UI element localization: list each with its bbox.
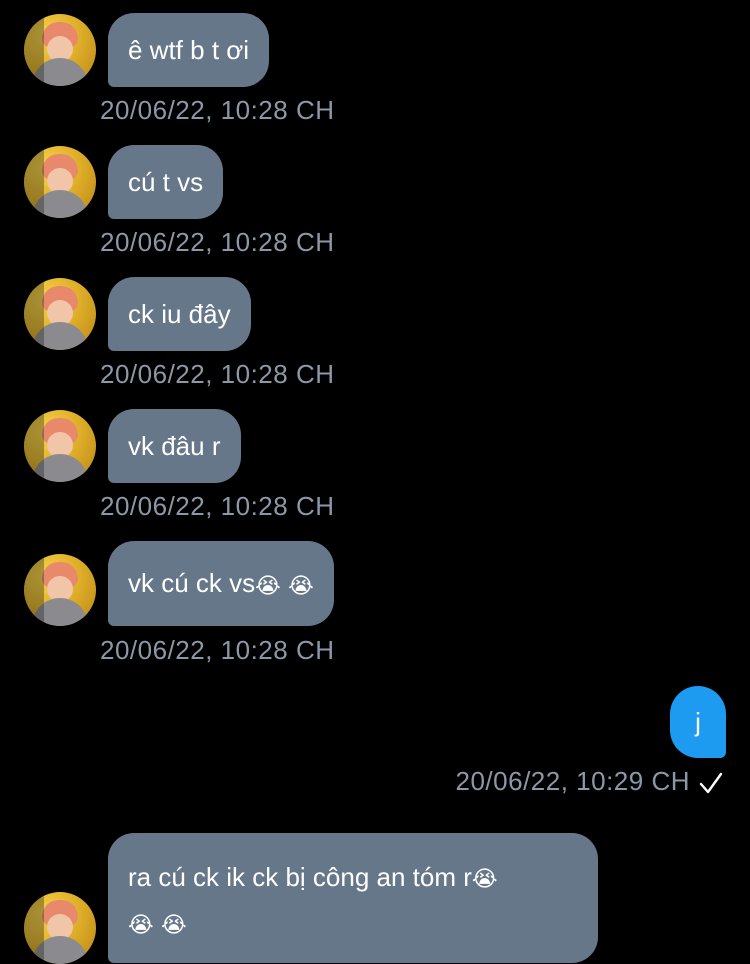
message-timestamp: 20/06/22, 10:28 CH (100, 359, 335, 389)
message-timestamp: 20/06/22, 10:28 CH (100, 227, 335, 257)
avatar[interactable] (24, 892, 96, 964)
avatar-shadow (24, 410, 44, 482)
check-icon (699, 772, 723, 794)
message-text: j (695, 707, 701, 737)
avatar[interactable] (24, 410, 96, 482)
loudly-crying-emoji: 😭 (160, 912, 187, 938)
avatar[interactable] (24, 14, 96, 86)
avatar[interactable] (24, 554, 96, 626)
incoming-message-bubble[interactable]: ra cú ck ik ck bị công an tóm r😭 😭 😭 (108, 833, 598, 963)
avatar[interactable] (24, 146, 96, 218)
message-text: vk cú ck vs (128, 568, 256, 598)
incoming-message-bubble[interactable]: cú t vs (108, 145, 224, 219)
incoming-message-bubble[interactable]: vk đâu r (108, 409, 241, 483)
avatar-shadow (24, 892, 44, 964)
message-timestamp: 20/06/22, 10:29 CH (455, 766, 690, 796)
message-timestamp: 20/06/22, 10:28 CH (100, 635, 335, 665)
loudly-crying-emoji: 😭 (288, 572, 314, 598)
avatar-shadow (24, 14, 44, 86)
message-timestamp: 20/06/22, 10:28 CH (100, 491, 335, 521)
message-timestamp: 20/06/22, 10:28 CH (100, 95, 335, 125)
incoming-message-bubble[interactable]: vk cú ck vs😭 😭 (108, 541, 334, 626)
message-text: ra cú ck ik ck bị công an tóm r (128, 862, 472, 892)
avatar-shadow (24, 554, 44, 626)
incoming-message-bubble[interactable]: ê wtf b t ơi (108, 13, 270, 87)
loudly-crying-emoji: 😭 (255, 572, 281, 598)
message-text: cú t vs (128, 167, 204, 197)
message-text: ck iu đây (128, 299, 231, 329)
message-text: vk đâu r (128, 431, 221, 461)
avatar-shadow (24, 146, 44, 218)
avatar-shadow (24, 278, 44, 350)
loudly-crying-emoji: 😭 (471, 866, 498, 892)
outgoing-message-bubble[interactable]: j (670, 686, 726, 758)
avatar[interactable] (24, 278, 96, 350)
loudly-crying-emoji: 😭 (128, 912, 154, 938)
message-text: ê wtf b t ơi (128, 35, 250, 65)
incoming-message-bubble[interactable]: ck iu đây (108, 277, 251, 351)
